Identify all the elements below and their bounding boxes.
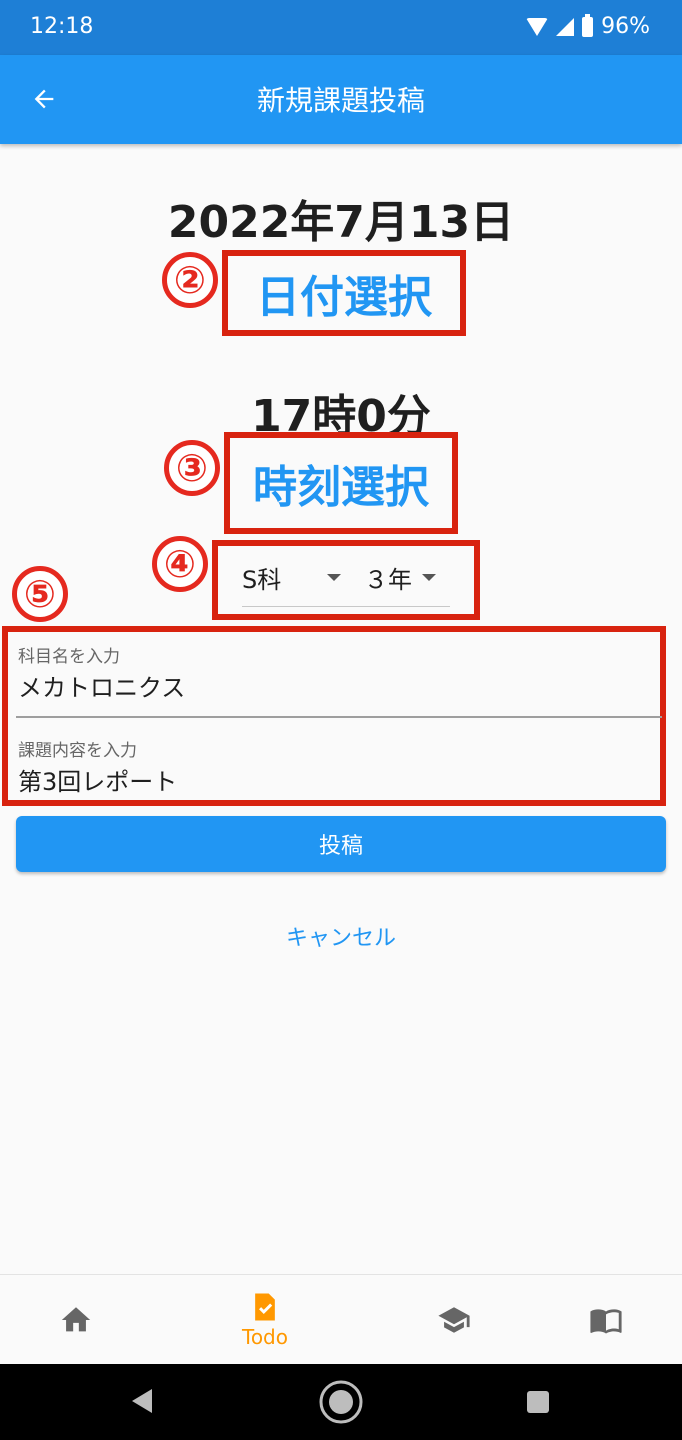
nav-item-book[interactable]: [570, 1275, 642, 1365]
system-recents-icon[interactable]: [526, 1390, 550, 1414]
nav-item-school[interactable]: [418, 1275, 490, 1365]
graduation-cap-icon: [438, 1307, 470, 1333]
nav-item-todo[interactable]: Todo: [220, 1275, 310, 1365]
book-icon: [590, 1309, 622, 1334]
subject-field-value[interactable]: メカトロニクス: [18, 668, 185, 703]
cancel-button[interactable]: キャンセル: [0, 920, 682, 952]
selector-group: S科 ３年: [212, 540, 480, 620]
annotation-marker-5: ⑤: [12, 566, 68, 622]
annotation-marker-4: ④: [152, 536, 208, 592]
battery-percent: 96%: [601, 14, 650, 39]
date-select-button[interactable]: 日付選択: [222, 250, 466, 336]
nav-label-todo: Todo: [242, 1325, 288, 1349]
content-field-label: 課題内容を入力: [18, 741, 137, 761]
app-bar: 新規課題投稿: [0, 55, 682, 144]
dropdown-arrow-icon: [327, 574, 342, 581]
department-value: S科: [242, 566, 282, 594]
content-field-value[interactable]: 第3回レポート: [18, 762, 177, 797]
grade-dropdown[interactable]: ３年: [364, 560, 436, 595]
status-bar: 12:18 96%: [0, 0, 682, 55]
time-select-button[interactable]: 時刻選択: [224, 432, 458, 534]
system-back-icon[interactable]: [128, 1386, 156, 1416]
dropdown-arrow-icon: [422, 574, 436, 581]
nav-item-home[interactable]: [40, 1275, 112, 1365]
wifi-icon: [526, 17, 549, 36]
status-time: 12:18: [30, 14, 94, 39]
selected-date: 2022年7月13日: [167, 197, 515, 248]
input-fields-group: 科目名を入力 メカトロニクス 課題内容を入力 第3回レポート: [2, 626, 666, 806]
battery-icon: [582, 13, 594, 37]
signal-icon: [556, 17, 575, 36]
system-home-icon[interactable]: [318, 1379, 364, 1425]
subject-field-label: 科目名を入力: [18, 647, 120, 667]
grade-value: ３年: [364, 566, 412, 594]
submit-button[interactable]: 投稿: [16, 816, 666, 872]
status-icons: 96%: [526, 13, 650, 39]
bottom-nav: Todo: [0, 1274, 682, 1364]
annotation-marker-3: ③: [164, 440, 220, 496]
home-icon: [61, 1307, 91, 1332]
page-title: 新規課題投稿: [256, 84, 425, 117]
dropdown-underline: [242, 606, 450, 607]
subject-field-underline: [16, 716, 662, 718]
annotation-marker-2: ②: [162, 252, 218, 308]
system-nav-bar: [0, 1364, 682, 1440]
todo-icon: [255, 1293, 275, 1321]
department-dropdown[interactable]: S科: [242, 560, 342, 595]
